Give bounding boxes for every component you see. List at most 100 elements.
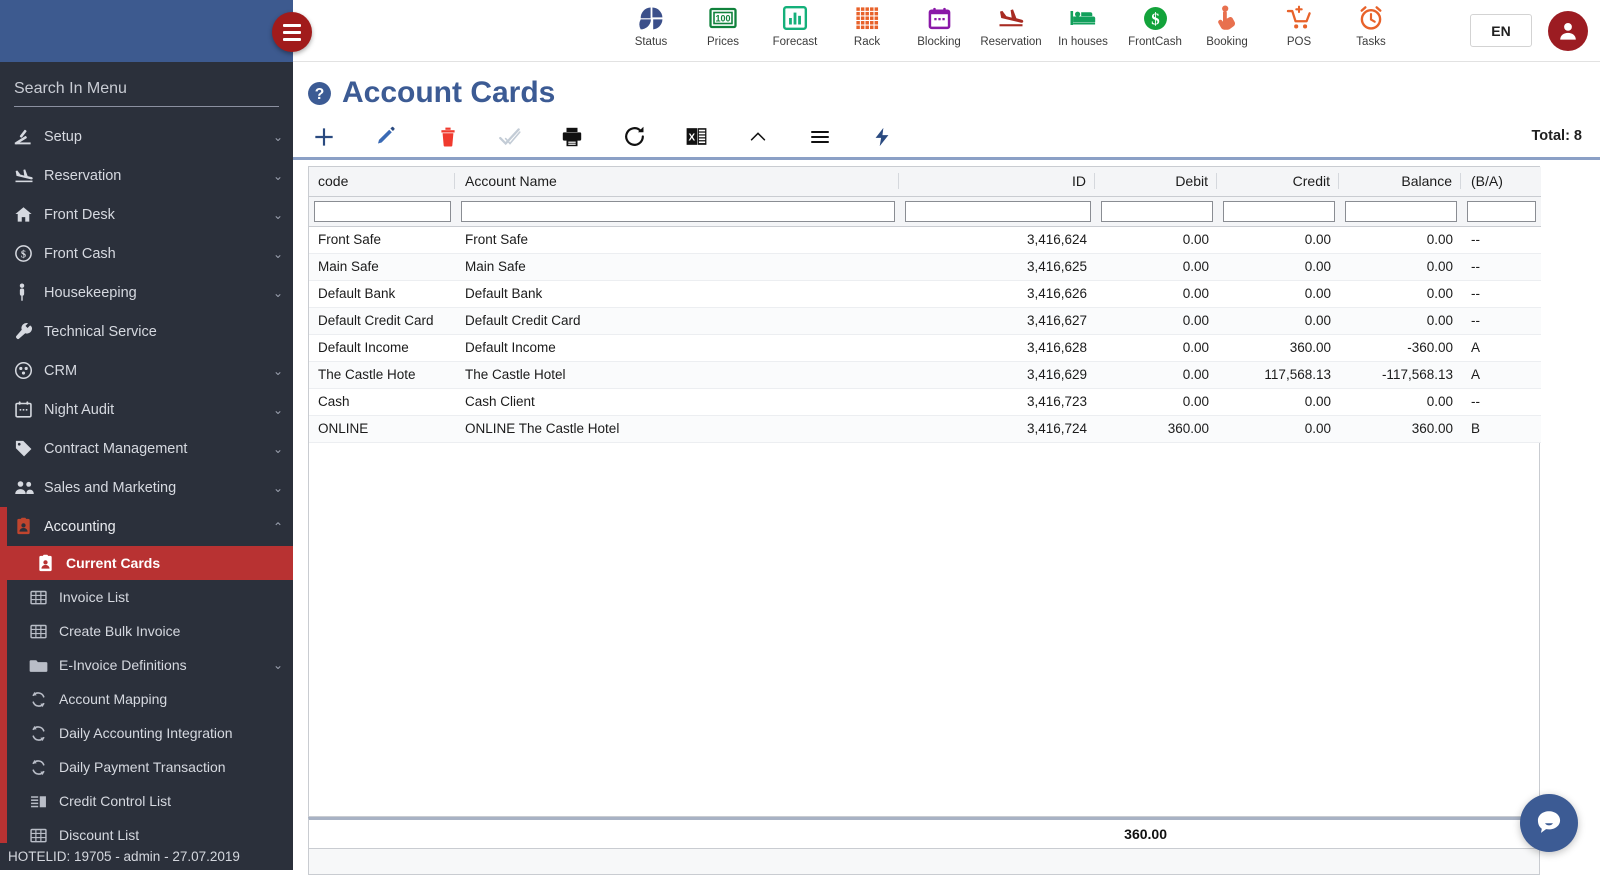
nav-item-status[interactable]: Status <box>615 0 687 48</box>
chevron-up-icon[interactable]: ⌃ <box>273 520 283 534</box>
nav-item-pos[interactable]: POS <box>1263 0 1335 48</box>
chevron-down-icon[interactable]: ⌄ <box>273 403 283 417</box>
cell-accountName: Main Safe <box>456 253 900 281</box>
cell-credit: 360.00 <box>1218 334 1340 362</box>
sidebar-item-e-invoice-definitions[interactable]: E-Invoice Definitions ⌄ <box>0 648 293 682</box>
nav-item-in-houses[interactable]: In houses <box>1047 0 1119 48</box>
id-card-icon <box>36 554 66 573</box>
nav-item-booking[interactable]: Booking <box>1191 0 1263 48</box>
sidebar-item-setup[interactable]: Setup ⌄ <box>0 117 293 156</box>
collapse-button[interactable] <box>727 117 789 157</box>
cell-credit: 117,568.13 <box>1218 361 1340 389</box>
sidebar-item-technical-service[interactable]: Technical Service <box>0 312 293 351</box>
actions-button[interactable] <box>851 117 913 157</box>
filter-input-debit[interactable] <box>1101 200 1213 222</box>
sidebar-toggle-button[interactable] <box>272 12 312 52</box>
nav-item-frontcash[interactable]: $ FrontCash <box>1119 0 1191 48</box>
user-avatar-button[interactable] <box>1548 11 1588 51</box>
nav-item-prices[interactable]: 100 Prices <box>687 0 759 48</box>
sidebar-item-daily-payment-transaction[interactable]: Daily Payment Transaction <box>0 750 293 784</box>
sidebar-item-front-desk[interactable]: Front Desk ⌄ <box>0 195 293 234</box>
menu-button[interactable] <box>789 117 851 157</box>
id-card-icon <box>14 517 44 536</box>
sidebar-item-front-cash[interactable]: $ Front Cash ⌄ <box>0 234 293 273</box>
sidebar-item-current-cards[interactable]: Current Cards <box>7 546 293 580</box>
column-header-code[interactable]: code <box>309 167 456 197</box>
table-row[interactable]: The Castle Hote The Castle Hotel 3,416,629… <box>309 361 1541 389</box>
column-header-balance[interactable]: Balance <box>1340 167 1462 197</box>
plane-landing-icon <box>997 4 1025 32</box>
chevron-down-icon[interactable]: ⌄ <box>273 658 283 672</box>
table-row[interactable]: Default Credit Card Default Credit Card 3,… <box>309 307 1541 335</box>
column-header-ba[interactable]: (B/A) <box>1462 167 1541 197</box>
sidebar-item-account-mapping[interactable]: Account Mapping <box>0 682 293 716</box>
sidebar-item-crm[interactable]: CRM ⌄ <box>0 351 293 390</box>
search-input[interactable] <box>14 76 279 107</box>
chevron-down-icon[interactable]: ⌄ <box>273 442 283 456</box>
cell-code: ONLINE <box>309 415 456 443</box>
edit-button[interactable] <box>355 117 417 157</box>
sidebar-item-reservation[interactable]: Reservation ⌄ <box>0 156 293 195</box>
excel-button[interactable]: X <box>665 117 727 157</box>
column-header-debit[interactable]: Debit <box>1096 167 1218 197</box>
refresh-button[interactable] <box>603 117 665 157</box>
chevron-down-icon[interactable]: ⌄ <box>273 208 283 222</box>
sidebar-item-invoice-list[interactable]: Invoice List <box>0 580 293 614</box>
grid-footer-total-row: 360.00 <box>308 817 1540 849</box>
sidebar-item-night-audit[interactable]: Night Audit ⌄ <box>0 390 293 429</box>
cell-accountName: The Castle Hotel <box>456 361 900 389</box>
cell-code: Default Credit Card <box>309 307 456 335</box>
sidebar-item-contract-management[interactable]: Contract Management ⌄ <box>0 429 293 468</box>
chevron-down-icon[interactable]: ⌄ <box>273 364 283 378</box>
language-selector[interactable]: EN <box>1470 14 1532 47</box>
chevron-down-icon[interactable]: ⌄ <box>273 247 283 261</box>
table-header: code Account Name ID Debit Credit Balance (B/A… <box>309 167 1541 197</box>
nav-item-label: In houses <box>1058 36 1108 48</box>
filter-cell-credit <box>1218 196 1340 227</box>
grid-bottom-strip <box>308 849 1540 875</box>
table-row[interactable]: Front Safe Front Safe 3,416,624 0.00 0.00 0.0… <box>309 226 1541 254</box>
table-row[interactable]: Cash Cash Client 3,416,723 0.00 0.00 0.00 -- <box>309 388 1541 416</box>
person-icon <box>14 283 44 302</box>
column-header-accountName[interactable]: Account Name <box>456 167 900 197</box>
nav-item-blocking[interactable]: Blocking <box>903 0 975 48</box>
sidebar-item-sales-and-marketing[interactable]: Sales and Marketing ⌄ <box>0 468 293 507</box>
chevron-down-icon[interactable]: ⌄ <box>273 286 283 300</box>
account-cards-grid: code Account Name ID Debit Credit Balance (B/A… <box>308 166 1541 817</box>
filter-input-accountName[interactable] <box>461 200 895 222</box>
nav-item-rack[interactable]: Rack <box>831 0 903 48</box>
nav-item-reservation[interactable]: Reservation <box>975 0 1047 48</box>
table-row[interactable]: ONLINE ONLINE The Castle Hotel 3,416,724 36… <box>309 415 1541 443</box>
filter-input-credit[interactable] <box>1223 200 1335 222</box>
table-row[interactable]: Default Income Default Income 3,416,628 0.0… <box>309 334 1541 362</box>
filter-input-ba[interactable] <box>1467 200 1536 222</box>
sidebar-item-daily-accounting-integration[interactable]: Daily Accounting Integration <box>0 716 293 750</box>
cell-id: 3,416,625 <box>900 253 1096 281</box>
filter-input-balance[interactable] <box>1345 200 1457 222</box>
print-button[interactable] <box>541 117 603 157</box>
add-button[interactable] <box>293 117 355 157</box>
column-header-id[interactable]: ID <box>900 167 1096 197</box>
filter-input-code[interactable] <box>314 200 451 222</box>
chevron-down-icon[interactable]: ⌄ <box>273 130 283 144</box>
delete-button[interactable] <box>417 117 479 157</box>
approve-button[interactable] <box>479 117 541 157</box>
column-header-credit[interactable]: Credit <box>1218 167 1340 197</box>
table-row[interactable]: Default Bank Default Bank 3,416,626 0.00 0.0… <box>309 280 1541 308</box>
sidebar-item-label: E-Invoice Definitions <box>59 657 187 673</box>
nav-item-forecast[interactable]: Forecast <box>759 0 831 48</box>
question-mark-circle-icon[interactable]: ? <box>307 81 332 106</box>
sidebar-item-credit-control-list[interactable]: Credit Control List <box>0 784 293 818</box>
chevron-down-icon[interactable]: ⌄ <box>273 481 283 495</box>
pencil-icon <box>378 126 395 143</box>
chevron-down-icon[interactable]: ⌄ <box>273 169 283 183</box>
sidebar-item-housekeeping[interactable]: Housekeeping ⌄ <box>0 273 293 312</box>
filter-input-id[interactable] <box>905 200 1091 222</box>
sidebar-item-label: Credit Control List <box>59 793 172 809</box>
sidebar-item-accounting[interactable]: Accounting ⌃ <box>0 507 293 546</box>
nav-item-tasks[interactable]: Tasks <box>1335 0 1407 48</box>
table-row[interactable]: Main Safe Main Safe 3,416,625 0.00 0.00 0.00-… <box>309 253 1541 281</box>
cell-balance: 0.00 <box>1340 280 1462 308</box>
chat-support-button[interactable] <box>1520 794 1578 852</box>
sidebar-item-create-bulk-invoice[interactable]: Create Bulk Invoice <box>0 614 293 648</box>
